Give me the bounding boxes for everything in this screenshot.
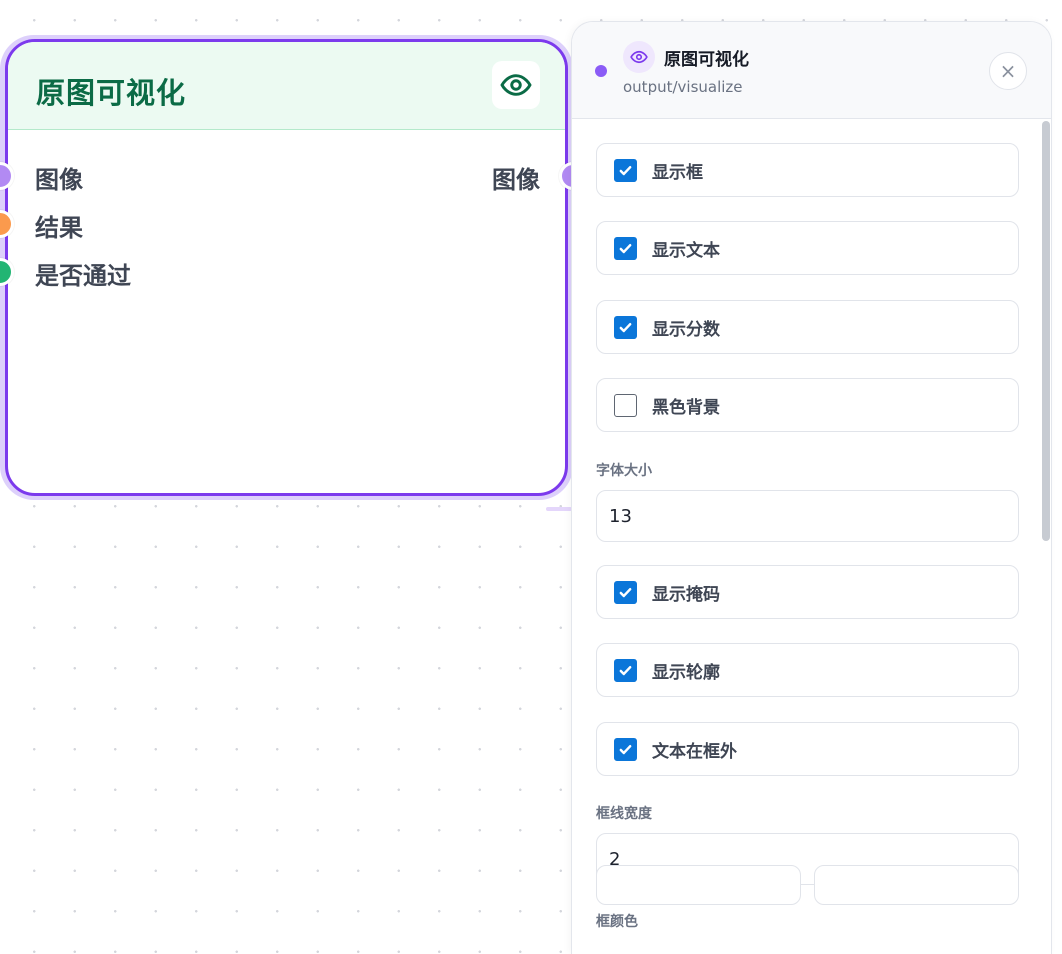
input-label-pass: 是否通过 [35, 262, 131, 290]
option-show-contour[interactable]: 显示轮廓 [596, 643, 1019, 697]
panel-title: 原图可视化 [664, 50, 749, 70]
option-show-score[interactable]: 显示分数 [596, 300, 1019, 354]
close-icon: × [999, 59, 1017, 83]
line-width-label: 框线宽度 [596, 806, 652, 822]
edge-connector [546, 507, 572, 511]
option-show-text[interactable]: 显示文本 [596, 221, 1019, 275]
option-show-box[interactable]: 显示框 [596, 143, 1019, 197]
option-label: 文本在框外 [652, 741, 737, 762]
input-label-image: 图像 [35, 166, 83, 194]
panel-subtitle: output/visualize [623, 78, 743, 96]
visualize-node[interactable]: 原图可视化 图像 结果 是否通过 图像 [0, 39, 587, 496]
panel-header: 原图可视化 output/visualize × [572, 22, 1051, 119]
option-label: 黑色背景 [652, 397, 720, 418]
font-size-label: 字体大小 [596, 463, 652, 479]
checkbox-show-score[interactable] [614, 315, 637, 339]
eye-icon[interactable] [492, 61, 540, 109]
option-label: 显示分数 [652, 319, 720, 340]
checkbox-show-text[interactable] [614, 236, 637, 260]
box-color-swatch[interactable] [596, 865, 801, 905]
font-size-input[interactable] [596, 490, 1019, 542]
checkbox-black-background[interactable] [614, 393, 637, 417]
box-color-label: 框颜色 [596, 914, 638, 930]
status-dot [595, 65, 607, 77]
node-header[interactable]: 原图可视化 [8, 42, 565, 130]
checkbox-show-box[interactable] [614, 158, 637, 182]
option-label: 显示轮廓 [652, 662, 720, 683]
option-text-outside-box[interactable]: 文本在框外 [596, 722, 1019, 776]
option-label: 显示掩码 [652, 584, 720, 605]
scrollbar-thumb[interactable] [1042, 121, 1050, 541]
output-label-image: 图像 [492, 166, 540, 194]
input-port-image[interactable] [0, 162, 14, 190]
input-port-result[interactable] [0, 210, 14, 238]
panel-scrollbar[interactable] [1042, 119, 1050, 954]
properties-panel: 原图可视化 output/visualize × 显示框 显示文本 显示分数 黑… [571, 21, 1052, 954]
option-label: 显示文本 [652, 240, 720, 261]
eye-icon [623, 41, 655, 73]
box-color-value-input[interactable] [814, 865, 1019, 905]
checkbox-show-mask[interactable] [614, 580, 637, 604]
input-label-result: 结果 [35, 214, 83, 242]
close-button[interactable]: × [989, 52, 1027, 90]
panel-body: 显示框 显示文本 显示分数 黑色背景 字体大小 显示掩码 [572, 119, 1051, 954]
option-black-background[interactable]: 黑色背景 [596, 378, 1019, 432]
checkbox-show-contour[interactable] [614, 658, 637, 682]
option-label: 显示框 [652, 162, 703, 183]
node-title: 原图可视化 [36, 76, 187, 110]
checkbox-text-outside-box[interactable] [614, 737, 637, 761]
input-port-pass[interactable] [0, 258, 14, 286]
option-show-mask[interactable]: 显示掩码 [596, 565, 1019, 619]
